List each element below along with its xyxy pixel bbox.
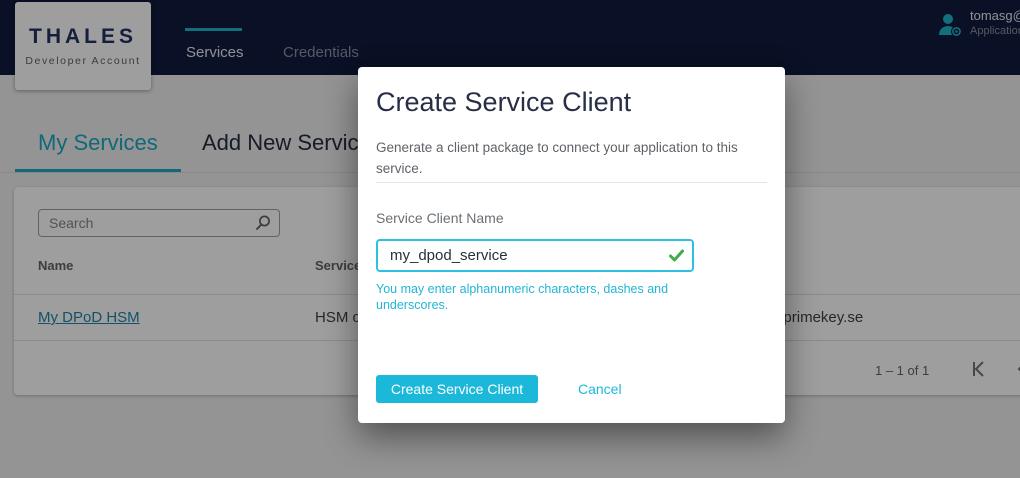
cancel-button[interactable]: Cancel bbox=[578, 381, 622, 397]
dialog-description: Generate a client package to connect you… bbox=[376, 137, 738, 179]
service-client-name-label: Service Client Name bbox=[376, 210, 504, 226]
input-hint-text: You may enter alphanumeric characters, d… bbox=[376, 281, 668, 313]
dialog-title: Create Service Client bbox=[376, 87, 631, 118]
create-service-client-button[interactable]: Create Service Client bbox=[376, 375, 538, 403]
dialog-description-line: service. bbox=[376, 158, 738, 179]
app-root: Services Credentials tomasg@primekey.se … bbox=[0, 0, 1020, 478]
input-hint-line: You may enter alphanumeric characters, d… bbox=[376, 281, 668, 297]
input-hint-line: underscores. bbox=[376, 297, 668, 313]
dialog-divider bbox=[376, 182, 767, 183]
create-service-client-dialog: Create Service Client Generate a client … bbox=[358, 67, 785, 423]
dialog-description-line: Generate a client package to connect you… bbox=[376, 137, 738, 158]
service-client-name-input[interactable] bbox=[376, 239, 694, 272]
valid-checkmark-icon bbox=[668, 247, 685, 269]
service-client-name-field-wrap bbox=[376, 239, 694, 272]
